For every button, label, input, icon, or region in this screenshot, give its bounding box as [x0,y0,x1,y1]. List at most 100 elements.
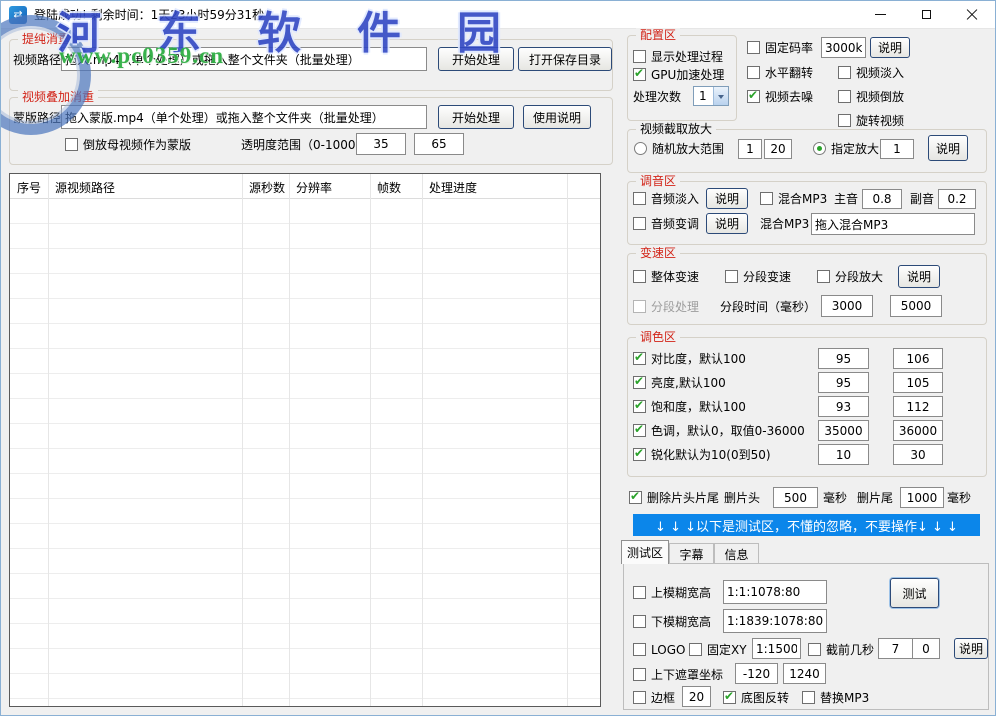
checkbox-icon [633,50,646,63]
top-blur-input[interactable] [723,580,827,604]
audio-pitch-help-button[interactable]: 说明 [706,213,748,234]
fixed-xy-input[interactable] [752,638,801,659]
bitrate-input[interactable] [821,37,866,58]
border-width-input[interactable] [682,686,711,707]
test-help-button[interactable]: 说明 [954,638,988,659]
contrast-max-input[interactable] [893,348,943,369]
checkbox-audio-pitch[interactable]: 音频变调 [633,216,699,231]
brightness-min-input[interactable] [818,372,869,393]
checkbox-audio-fadein[interactable]: 音频淡入 [633,191,699,206]
bottom-blur-input[interactable] [723,609,827,633]
checkbox-saturation[interactable]: 饱和度，默认100 [633,399,746,414]
speed-help-button[interactable]: 说明 [898,265,940,288]
chevron-down-icon [713,87,728,105]
table-header-progress[interactable]: 处理进度 [422,174,567,199]
checkbox-logo[interactable]: LOGO [633,642,685,657]
checkbox-cut-first-seconds[interactable]: 截前几秒 [808,642,874,657]
brightness-max-input[interactable] [893,372,943,393]
checkbox-segment-zoom[interactable]: 分段放大 [817,269,883,284]
opacity-max-input[interactable] [414,133,464,155]
cut-seconds-input-1[interactable] [878,638,913,659]
app-icon [9,6,27,24]
tab-info[interactable]: 信息 [714,543,759,564]
checkbox-gpu-accelerate[interactable]: GPU加速处理 [633,67,724,82]
saturation-min-input[interactable] [818,396,869,417]
table-header-seconds[interactable]: 源秒数 [242,174,289,199]
checkbox-label: LOGO [651,643,685,657]
checkbox-top-blur[interactable]: 上模糊宽高 [633,585,711,600]
checkbox-border[interactable]: 边框 [633,690,675,705]
config-help-button[interactable]: 说明 [870,37,910,58]
checkbox-contrast[interactable]: 对比度，默认100 [633,351,746,366]
hue-min-input[interactable] [818,420,869,441]
sub-volume-input[interactable] [938,189,976,209]
fixed-zoom-input[interactable] [880,139,914,159]
hue-max-input[interactable] [893,420,943,441]
checkbox-bottom-blur[interactable]: 下模糊宽高 [633,614,711,629]
checkbox-segment-process[interactable]: 分段处理 [633,299,699,314]
mask-coord-input-1[interactable] [735,663,778,684]
sharpen-max-input[interactable] [893,444,943,465]
segment-time-max-input[interactable] [890,295,942,317]
checkbox-trim-head-tail[interactable]: 删除片头片尾 [629,490,719,505]
trim-head-input[interactable] [773,487,818,508]
checkbox-invert-base[interactable]: 底图反转 [723,690,789,705]
checkbox-mix-mp3[interactable]: 混合MP3 [760,191,827,206]
purify-start-button[interactable]: 开始处理 [438,47,514,71]
checkbox-denoise[interactable]: 视频去噪 [747,89,813,104]
checkbox-sharpen[interactable]: 锐化默认为10(0到50) [633,447,771,462]
checkbox-fixed-bitrate[interactable]: 固定码率 [747,40,813,55]
table-header-source-path[interactable]: 源视频路径 [48,174,242,199]
checkbox-icon [633,270,646,283]
checkbox-rotate-video[interactable]: 旋转视频 [838,113,904,128]
purify-open-dir-button[interactable]: 打开保存目录 [518,47,612,71]
checkbox-segment-speed[interactable]: 分段变速 [725,269,791,284]
purify-path-input[interactable] [61,47,427,71]
close-button[interactable] [949,1,995,29]
checkbox-label: 显示处理过程 [651,48,723,65]
radio-random-zoom[interactable]: 随机放大范围 [634,141,724,156]
table-header-resolution[interactable]: 分辨率 [289,174,370,199]
cut-seconds-input-2[interactable] [912,638,940,659]
radio-fixed-zoom[interactable]: 指定放大 [813,141,879,156]
trim-tail-input[interactable] [900,487,944,508]
checkbox-show-process[interactable]: 显示处理过程 [633,49,723,64]
checkbox-horizontal-flip[interactable]: 水平翻转 [747,65,813,80]
audio-fadein-help-button[interactable]: 说明 [706,188,748,209]
mix-mp3-input[interactable] [811,213,975,235]
saturation-max-input[interactable] [893,396,943,417]
tab-subtitle[interactable]: 字幕 [669,543,714,564]
checkbox-icon [808,643,821,656]
overlay-start-button[interactable]: 开始处理 [438,105,514,129]
segment-time-min-input[interactable] [821,295,873,317]
checkbox-label: 视频倒放 [856,88,904,105]
checkbox-mask-coords[interactable]: 上下遮罩坐标 [633,667,723,682]
checkbox-brightness[interactable]: 亮度,默认100 [633,375,726,390]
tab-test-area[interactable]: 测试区 [621,540,669,564]
mask-coord-input-2[interactable] [783,663,826,684]
maximize-button[interactable] [903,1,949,29]
table-header-index[interactable]: 序号 [10,174,48,199]
random-zoom-max-input[interactable] [764,139,792,159]
sharpen-min-input[interactable] [818,444,869,465]
checkbox-fixed-xy[interactable]: 固定XY [689,642,747,657]
random-zoom-min-input[interactable] [738,139,762,159]
checkbox-overall-speed[interactable]: 整体变速 [633,269,699,284]
checkbox-replace-mp3[interactable]: 替换MP3 [802,690,869,705]
main-volume-input[interactable] [862,189,902,209]
checkbox-video-fadein[interactable]: 视频淡入 [838,65,904,80]
checkbox-reverse-mask[interactable]: 倒放母视频作为蒙版 [65,137,191,152]
checkbox-video-reverse[interactable]: 视频倒放 [838,89,904,104]
contrast-min-input[interactable] [818,348,869,369]
opacity-min-input[interactable] [356,133,406,155]
test-button[interactable]: 测试 [890,578,939,608]
overlay-help-button[interactable]: 使用说明 [523,105,591,129]
overlay-path-input[interactable] [61,105,427,129]
checkbox-hue[interactable]: 色调，默认0，取值0-36000 [633,423,805,438]
minimize-button[interactable] [857,1,903,29]
opacity-range-label: 透明度范围（0-1000） [241,138,368,152]
crop-help-button[interactable]: 说明 [928,135,968,161]
process-times-select[interactable]: 1 [693,86,729,106]
table-header-frames[interactable]: 帧数 [370,174,422,199]
sub-volume-label: 副音 [910,192,934,206]
